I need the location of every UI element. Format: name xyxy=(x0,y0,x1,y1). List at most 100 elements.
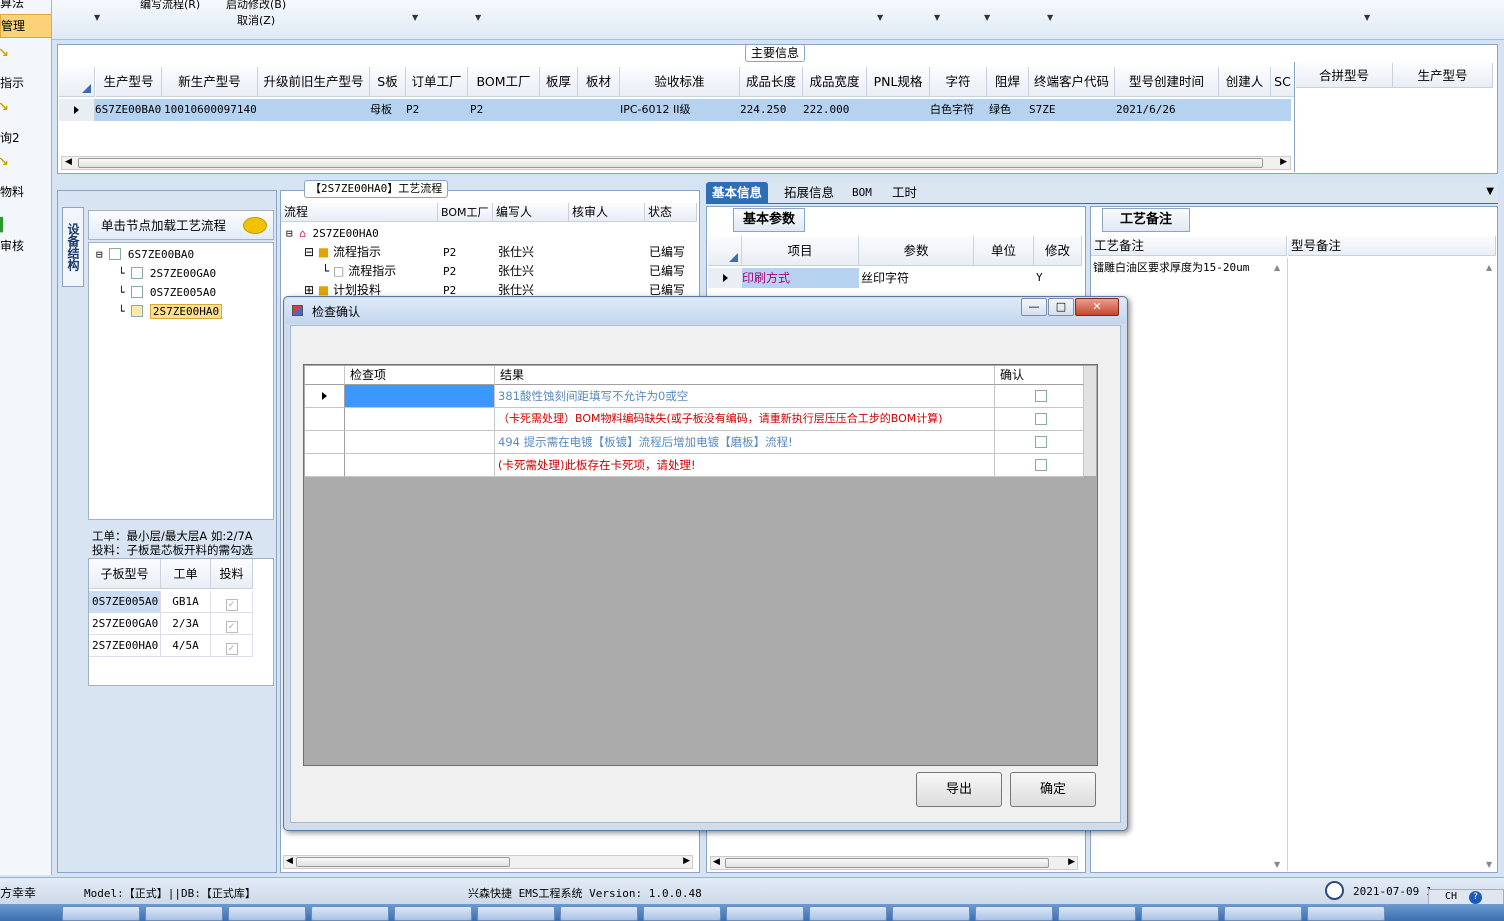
confirm-checkbox[interactable] xyxy=(995,431,1084,454)
cell[interactable] xyxy=(345,408,495,431)
maximize-button[interactable]: □ xyxy=(1048,298,1074,316)
col-header[interactable]: 板材 xyxy=(578,67,620,97)
checkbox[interactable]: ✓ xyxy=(211,635,253,657)
help-icon[interactable]: ? xyxy=(1469,891,1482,904)
flow-node[interactable]: ⊟ ■ 流程指示 xyxy=(304,243,381,262)
subtab-process-notes[interactable]: 工艺备注 xyxy=(1102,208,1190,232)
chevron-down-icon[interactable]: ▼ xyxy=(94,13,100,22)
taskbar-button[interactable] xyxy=(975,906,1053,921)
flow-node[interactable]: ⊟ ⌂ 2S7ZE00HA0 xyxy=(286,224,379,243)
chevron-down-icon[interactable]: ▼ xyxy=(475,13,481,22)
tree-node[interactable]: └ 0S7ZE005A0 xyxy=(118,284,216,301)
chevron-down-icon[interactable]: ▼ xyxy=(984,13,990,22)
col-header[interactable]: S板 xyxy=(370,67,406,97)
scroll-left-icon[interactable]: ◀ xyxy=(65,157,72,167)
col-header[interactable]: 终端客户代码 xyxy=(1029,67,1115,97)
scroll-up-icon[interactable]: ▲ xyxy=(1486,263,1492,272)
subtab-basic-params[interactable]: 基本参数 xyxy=(733,208,805,232)
col-header[interactable]: 成品宽度 xyxy=(803,67,867,97)
tab-basic-info[interactable]: 基本信息 xyxy=(706,182,769,204)
cell[interactable]: 494 提示需在电镀【板镀】流程后增加电镀【磨板】流程! xyxy=(495,431,995,454)
col-header[interactable]: 型号备注 xyxy=(1288,236,1496,256)
cell[interactable]: （卡死需处理）BOM物料编码缺失(或子板没有编码，请重新执行层压压合工步的BOM… xyxy=(495,408,995,431)
taskbar-button[interactable] xyxy=(726,906,804,921)
nav-item-materials[interactable]: 物料 xyxy=(0,183,52,200)
col-header[interactable]: BOM工厂 xyxy=(468,67,540,97)
chevron-down-icon[interactable]: ▼ xyxy=(1047,13,1053,22)
nav-item-instructions[interactable]: 指示 xyxy=(0,74,52,91)
vtab-device-structure[interactable]: 设备结构 xyxy=(62,207,84,287)
col-header[interactable]: 阻焊 xyxy=(987,67,1029,97)
tree-node[interactable]: ⊟ 6S7ZE00BA0 xyxy=(96,246,194,263)
col-header[interactable]: 合拼型号 xyxy=(1296,63,1393,88)
horizontal-scrollbar[interactable]: ◀ ▶ xyxy=(61,156,1291,170)
col-header[interactable]: BOM工厂 xyxy=(438,203,493,222)
chevron-down-icon[interactable]: ▼ xyxy=(1486,186,1494,197)
ok-button[interactable]: 确定 xyxy=(1010,772,1096,807)
cell[interactable] xyxy=(345,385,495,408)
horizontal-scrollbar[interactable]: ◀ ▶ xyxy=(710,856,1078,870)
col-header[interactable]: 单位 xyxy=(974,236,1034,266)
col-header[interactable]: 创建人 xyxy=(1219,67,1271,97)
tab-bom[interactable]: BOM xyxy=(846,182,878,204)
checkbox-box[interactable] xyxy=(1034,413,1047,425)
col-header[interactable]: 成品长度 xyxy=(740,67,803,97)
tree-node[interactable]: └ 2S7ZE00GA0 xyxy=(118,265,216,282)
scroll-right-icon[interactable]: ▶ xyxy=(683,856,690,866)
taskbar-button[interactable] xyxy=(145,906,223,921)
flow-node[interactable]: └ □ 流程指示 xyxy=(322,262,396,281)
toolbar-item-write-flow[interactable]: 编写流程(R) xyxy=(140,0,200,12)
nav-item-algorithm[interactable]: 算法 xyxy=(0,0,52,10)
checkbox-box[interactable] xyxy=(1034,459,1047,471)
cell[interactable] xyxy=(345,454,495,477)
col-header[interactable]: 状态 xyxy=(645,203,697,222)
scroll-up-icon[interactable]: ▲ xyxy=(1274,263,1280,272)
dialog-titlebar[interactable]: 检查确认 xyxy=(285,298,1126,324)
chevron-down-icon[interactable]: ▼ xyxy=(877,13,883,22)
nav-item-management[interactable]: 管理 xyxy=(0,14,52,38)
col-header[interactable]: 板厚 xyxy=(540,67,578,97)
minimize-button[interactable]: — xyxy=(1021,298,1047,316)
cell[interactable]: 印刷方式 xyxy=(742,268,859,288)
taskbar-button[interactable] xyxy=(311,906,389,921)
col-header[interactable]: 工艺备注 xyxy=(1091,236,1287,256)
col-header[interactable]: 流程 xyxy=(281,203,438,222)
scroll-thumb[interactable] xyxy=(78,158,1263,168)
checkbox[interactable]: ✓ xyxy=(211,613,253,635)
scroll-right-icon[interactable]: ▶ xyxy=(1068,857,1075,867)
col-header[interactable]: PNL规格 xyxy=(867,67,930,97)
cell[interactable]: 381酸性蚀刻间距填写不允许为0或空 xyxy=(495,385,995,408)
scroll-right-icon[interactable]: ▶ xyxy=(1280,157,1287,167)
export-button[interactable]: 导出 xyxy=(916,772,1002,807)
tab-extended-info[interactable]: 拓展信息 xyxy=(778,182,840,204)
checkbox-box[interactable] xyxy=(1034,390,1047,402)
taskbar-button[interactable] xyxy=(643,906,721,921)
cell[interactable] xyxy=(345,431,495,454)
col-header[interactable]: 修改 xyxy=(1034,236,1082,266)
col-header[interactable]: 编写人 xyxy=(493,203,569,222)
close-button[interactable]: ✕ xyxy=(1075,298,1119,316)
confirm-checkbox[interactable] xyxy=(995,385,1084,408)
col-header[interactable]: 新生产型号 xyxy=(162,67,258,97)
taskbar-button[interactable] xyxy=(62,906,140,921)
toolbar-item-cancel[interactable]: 取消(Z) xyxy=(237,12,275,28)
taskbar-button[interactable] xyxy=(560,906,638,921)
taskbar-button[interactable] xyxy=(477,906,555,921)
taskbar-button[interactable] xyxy=(892,906,970,921)
scroll-left-icon[interactable]: ◀ xyxy=(713,857,720,867)
col-header[interactable]: 检查项 xyxy=(345,366,495,385)
language-bar[interactable]: CH ? xyxy=(1428,889,1504,905)
taskbar-button[interactable] xyxy=(1307,906,1385,921)
confirm-checkbox[interactable] xyxy=(995,454,1084,477)
chevron-down-icon[interactable]: ▼ xyxy=(412,13,418,22)
col-header[interactable]: 参数 xyxy=(859,236,974,266)
col-header[interactable]: 核审人 xyxy=(569,203,645,222)
chevron-down-icon[interactable]: ▼ xyxy=(934,13,940,22)
col-header[interactable]: 升级前旧生产型号 xyxy=(258,67,370,97)
taskbar-button[interactable] xyxy=(1224,906,1302,921)
taskbar-button[interactable] xyxy=(809,906,887,921)
col-header[interactable]: 结果 xyxy=(495,366,995,385)
col-header[interactable]: 确认 xyxy=(995,366,1084,385)
taskbar-button[interactable] xyxy=(1141,906,1219,921)
col-header[interactable]: 工单 xyxy=(161,559,211,589)
